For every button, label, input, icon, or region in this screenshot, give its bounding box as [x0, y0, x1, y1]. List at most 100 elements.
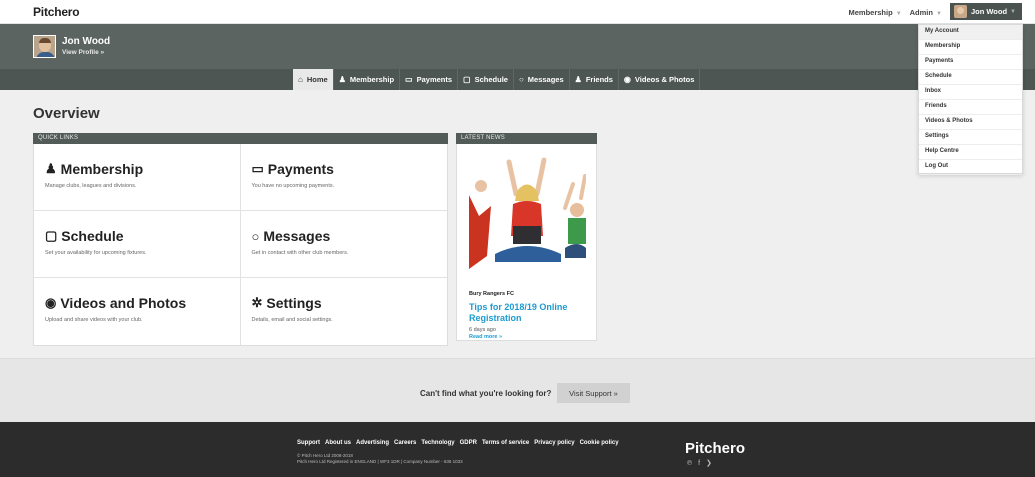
quick-link-description: Manage clubs, leagues and divisions. — [45, 183, 137, 189]
friends-icon: ♟ — [574, 75, 582, 84]
quick-link-title: ♟ Membership — [45, 161, 143, 177]
quick-link-videos-and-photos[interactable]: ◉ Videos and Photos Upload and share video… — [34, 278, 241, 345]
quick-link-settings[interactable]: ✲ Settings Details, email and social setti… — [241, 278, 448, 345]
dropdown-item-settings[interactable]: Settings — [919, 130, 1022, 145]
chat-icon: ○ — [518, 75, 524, 84]
membership-icon: ♟ — [338, 75, 346, 84]
nav-item-payments[interactable]: ▭ Payments — [400, 69, 459, 90]
support-bar: Can't find what you're looking for? Visi… — [0, 358, 1035, 422]
user-dropdown-menu: My Account Membership Payments Schedule Inbo… — [918, 24, 1023, 175]
nav-item-videos-photos[interactable]: ◉ Videos & Photos — [619, 69, 701, 90]
nav-item-label: Membership — [349, 75, 395, 84]
home-icon: ⌂ — [298, 75, 303, 84]
news-date: 6 days ago — [469, 327, 496, 333]
pitchero-logo[interactable]: Pitchero — [33, 5, 80, 19]
latest-news-panel: LATEST NEWS Bury Rangers FC Tips for 201… — [456, 133, 597, 341]
news-club: Bury Rangers FC — [469, 291, 514, 297]
play-icon: ◉ — [45, 295, 57, 310]
membership-menu[interactable]: Membership ▼ — [849, 8, 902, 17]
quick-links-heading: QUICK LINKS — [33, 133, 448, 144]
dropdown-item-schedule[interactable]: Schedule — [919, 70, 1022, 85]
footer-link-careers[interactable]: Careers — [394, 440, 416, 446]
card-icon: ▭ — [405, 75, 413, 84]
user-menu-label: Jon Wood — [970, 7, 1008, 16]
dropdown-item-log-out[interactable]: Log Out — [919, 160, 1022, 175]
footer-link-gdpr[interactable]: GDPR — [460, 440, 477, 446]
membership-menu-label: Membership — [848, 8, 893, 17]
quick-link-label: Membership — [60, 161, 144, 177]
footer-logo[interactable]: Pitchero — [685, 440, 745, 457]
quick-link-messages[interactable]: ○ Messages Get in contact with other club … — [240, 211, 447, 278]
nav-item-friends[interactable]: ♟ Friends — [570, 69, 619, 90]
nav-item-schedule[interactable]: ▢ Schedule — [458, 69, 514, 90]
nav-item-label: Messages — [527, 75, 564, 84]
news-card[interactable]: Bury Rangers FC Tips for 2018/19 Online … — [456, 144, 597, 341]
footer-link-technology[interactable]: Technology — [421, 440, 454, 446]
dropdown-item-friends[interactable]: Friends — [919, 100, 1022, 115]
admin-menu-label: Admin — [909, 8, 933, 17]
dropdown-item-inbox[interactable]: Inbox — [919, 85, 1022, 100]
page-title: Overview — [33, 105, 100, 122]
play-icon: ◉ — [623, 75, 631, 84]
footer-link-cookie-policy[interactable]: Cookie policy — [580, 440, 619, 446]
main-content: Overview QUICK LINKS ♟ Membership Manage c… — [0, 90, 1035, 358]
quick-link-label: Settings — [266, 295, 322, 311]
quick-link-title: ▢ Schedule — [45, 228, 124, 244]
quick-link-membership[interactable]: ♟ Membership Manage clubs, leagues and div… — [34, 144, 241, 211]
quick-link-label: Videos and Photos — [60, 295, 187, 311]
quick-link-title: ▭ Payments — [252, 161, 334, 177]
calendar-icon: ▢ — [45, 228, 58, 243]
nav-item-label: Videos & Photos — [634, 75, 695, 84]
read-more-link[interactable]: Read more » — [469, 334, 502, 340]
nav-item-membership[interactable]: ♟ Membership — [334, 69, 401, 90]
chevron-down-icon: ▼ — [935, 11, 942, 17]
main-nav: ⌂ Home ♟ Membership ▭ Payments ▢ Schedule ○ Messa… — [0, 69, 1035, 90]
quick-link-title: ○ Messages — [252, 228, 331, 244]
support-text: Can't find what you're looking for? — [420, 389, 552, 398]
social-icons[interactable]: ℗ f ❯ — [687, 459, 714, 467]
quick-link-title: ✲ Settings — [252, 295, 322, 311]
footer-link-privacy-policy[interactable]: Privacy policy — [534, 440, 574, 446]
footer-link-about-us[interactable]: About us — [325, 440, 351, 446]
nav-item-messages[interactable]: ○ Messages — [514, 69, 570, 90]
quick-link-description: Details, email and social settings. — [251, 317, 333, 323]
news-image[interactable] — [469, 156, 586, 269]
profile-header: Jon Wood View Profile » — [0, 24, 1035, 69]
profile-name: Jon Wood — [62, 36, 111, 47]
footer-links: Support About us Advertising Careers Technol… — [297, 440, 619, 446]
view-profile-link[interactable]: View Profile » — [62, 49, 104, 56]
quick-link-label: Messages — [263, 228, 331, 244]
admin-menu[interactable]: Admin ▼ — [910, 8, 942, 17]
nav-item-home[interactable]: ⌂ Home — [293, 69, 334, 90]
avatar — [953, 5, 967, 18]
company-line: Pitch Hero Ltd Registered in ENGLAND | W… — [297, 459, 463, 464]
footer-link-terms-of-service[interactable]: Terms of service — [482, 440, 529, 446]
quick-link-description: Get in contact with other club members. — [251, 250, 349, 256]
footer-link-advertising[interactable]: Advertising — [356, 440, 389, 446]
quick-link-payments[interactable]: ▭ Payments You have no upcoming payments. — [240, 144, 447, 211]
quick-link-label: Schedule — [61, 228, 124, 244]
footer-link-support[interactable]: Support — [297, 440, 320, 446]
chevron-down-icon: ▼ — [895, 11, 902, 17]
dropdown-item-my-account[interactable]: My Account — [919, 25, 1022, 40]
user-menu-button[interactable]: Jon Wood ▼ — [949, 3, 1022, 20]
visit-support-button[interactable]: Visit Support » — [557, 383, 630, 403]
quick-links-panel: QUICK LINKS ♟ Membership Manage clubs, lea… — [33, 133, 448, 346]
nav-item-label: Home — [306, 75, 328, 84]
quick-link-description: Set your availability for upcoming fixtu… — [45, 250, 147, 256]
top-links: Membership ▼ Admin ▼ Jon Wood ▼ — [849, 3, 1022, 20]
quick-links-grid: ♟ Membership Manage clubs, leagues and div… — [33, 144, 448, 346]
news-title[interactable]: Tips for 2018/19 Online Registration — [469, 302, 589, 324]
dropdown-item-membership[interactable]: Membership — [919, 40, 1022, 55]
dropdown-item-payments[interactable]: Payments — [919, 55, 1022, 70]
latest-news-heading: LATEST NEWS — [456, 133, 597, 144]
gear-icon: ✲ — [251, 295, 263, 310]
nav-item-label: Schedule — [474, 75, 508, 84]
quick-link-schedule[interactable]: ▢ Schedule Set your availability for upcom… — [34, 211, 241, 278]
footer: Support About us Advertising Careers Technol… — [0, 422, 1035, 477]
calendar-icon: ▢ — [463, 75, 471, 84]
dropdown-item-videos-photos[interactable]: Videos & Photos — [919, 115, 1022, 130]
chevron-down-icon: ▼ — [1010, 8, 1016, 15]
profile-avatar[interactable] — [33, 35, 56, 58]
dropdown-item-help-centre[interactable]: Help Centre — [919, 145, 1022, 160]
